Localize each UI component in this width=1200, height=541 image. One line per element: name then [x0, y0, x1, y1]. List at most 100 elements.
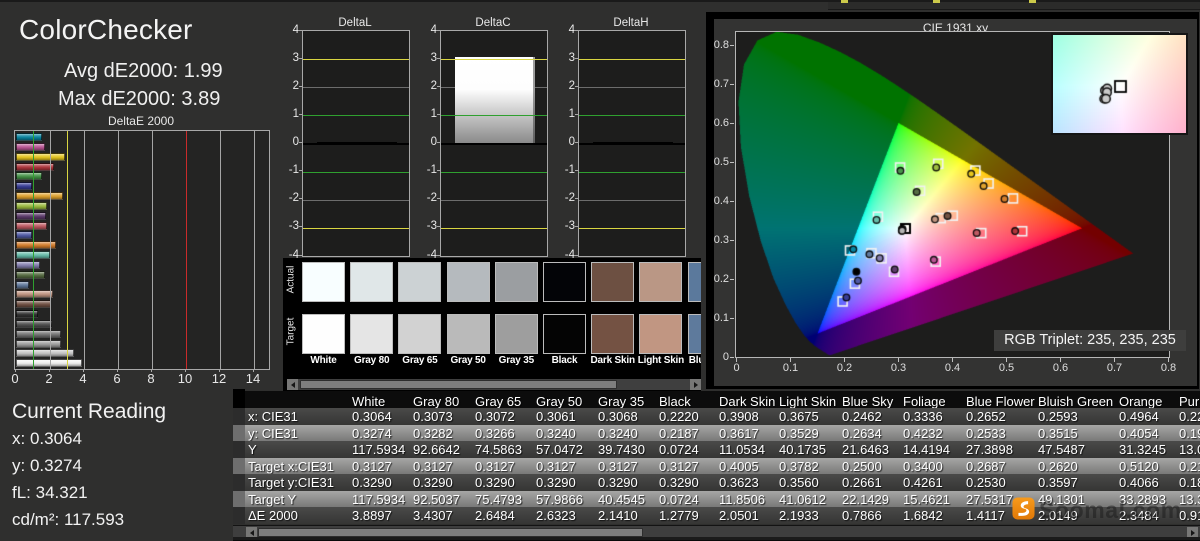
delta-y-tick — [299, 86, 302, 87]
actual-swatch-light-skin — [639, 262, 682, 302]
table-column-header: Gray 80 — [413, 394, 459, 409]
actual-swatch-gray-50 — [447, 262, 490, 302]
cie-whitepoint-inset — [1053, 35, 1186, 133]
cie-y-label: 0.7 — [701, 78, 729, 90]
table-cell: 2.6323 — [536, 508, 576, 523]
table-scrollbar-thumb[interactable] — [258, 528, 643, 537]
delta-y-tick — [299, 226, 302, 227]
table-row-header: y: CIE31 — [248, 426, 298, 441]
table-column-header: Bluish Green — [1038, 394, 1113, 409]
table-column-header: Gray 65 — [475, 394, 521, 409]
cie-y-tick — [730, 162, 734, 163]
table-row-header: Y — [248, 442, 257, 457]
reference-line-y--3 — [441, 228, 547, 229]
de-bar-gray-50 — [16, 330, 61, 338]
actual-swatch-gray-35 — [495, 262, 538, 302]
actual-swatch-gray-65 — [398, 262, 441, 302]
target-swatch-blue-sky — [688, 314, 701, 354]
table-row-header: Target y:CIE31 — [248, 475, 334, 490]
delta-y-label: 2 — [275, 80, 299, 92]
table-cell: 0.3515 — [1038, 426, 1078, 441]
delta-y-tick — [437, 114, 440, 115]
current-reading-line: cd/m²: 117.593 — [12, 510, 124, 530]
table-cell: 0.2652 — [966, 409, 1006, 424]
table-cell: 39.7430 — [598, 442, 645, 457]
patch-label: Gray 50 — [444, 355, 492, 366]
soomal-logo-icon — [1012, 497, 1035, 520]
actual-swatch-white — [302, 262, 345, 302]
patch-scrollbar-thumb[interactable] — [300, 380, 617, 389]
table-column-header: Orange — [1119, 394, 1162, 409]
top-crop-band — [828, 2, 1200, 10]
table-cell: 31.3245 — [1119, 442, 1166, 457]
cie-y-tick — [730, 84, 734, 85]
reference-line-y--1 — [579, 172, 685, 173]
table-cell: 1.4117 — [966, 508, 1005, 523]
table-cell: 0.3617 — [719, 426, 759, 441]
table-cell: 0.7866 — [842, 508, 882, 523]
delta-y-label: 1 — [551, 108, 575, 120]
de-bar-black — [16, 310, 38, 318]
delta-y-label: 0 — [275, 136, 299, 148]
patch-label: Gray 80 — [348, 355, 396, 366]
table-column-header: Blue Flower — [966, 394, 1035, 409]
de-bar-yellow — [16, 153, 65, 161]
table-cell: 117.5934 — [352, 492, 405, 507]
delta-y-label: 4 — [551, 24, 575, 36]
gridline-x-12 — [220, 131, 221, 369]
cie-y-tick — [730, 123, 734, 124]
patch-row-label-target: Target — [286, 316, 297, 348]
gridline-x-14 — [254, 131, 255, 369]
deltal-bar — [317, 142, 397, 145]
delta-y-label: 2 — [413, 80, 437, 92]
delta-y-label: 1 — [413, 108, 437, 120]
table-cell: 0.2533 — [966, 426, 1006, 441]
de-bar-red — [16, 163, 54, 171]
cie-y-tick — [730, 318, 734, 319]
target-swatch-black — [543, 314, 586, 354]
reference-line-y-1 — [441, 115, 547, 116]
table-cell: 0.3290 — [475, 475, 515, 490]
patch-label: Gray 65 — [396, 355, 444, 366]
delta-y-tick — [575, 114, 578, 115]
table-cell: 0.3597 — [1038, 475, 1078, 490]
table-cell: 0.3782 — [779, 459, 819, 474]
table-cell: 0.3560 — [779, 475, 819, 490]
delta-y-label: -2 — [275, 192, 299, 204]
yellow-speck — [1029, 0, 1036, 3]
table-cell: 41.0612 — [779, 492, 826, 507]
reference-line-green — [33, 131, 34, 369]
delta-y-tick — [437, 170, 440, 171]
table-row-gutter — [233, 458, 245, 475]
table-cell: 1.6842 — [903, 508, 943, 523]
delta-y-label: 4 — [413, 24, 437, 36]
delta-y-label: 3 — [413, 52, 437, 64]
de-bar-foliage — [16, 271, 45, 279]
table-cell: 0.3127 — [413, 459, 453, 474]
table-cell: 2.1933 — [779, 508, 819, 523]
table-cell: 0.4964 — [1119, 409, 1159, 424]
table-row-gutter — [233, 507, 245, 524]
table-cell: 0.0724 — [659, 492, 699, 507]
delta-y-label: -1 — [413, 164, 437, 176]
table-row: Target x:CIE310.31270.31270.31270.31270.… — [245, 458, 1200, 475]
delta-y-tick — [575, 226, 578, 227]
delta-y-tick — [299, 30, 302, 31]
table-cell: 75.4793 — [475, 492, 522, 507]
table-row: Y117.593492.664274.586357.047239.74300.0… — [245, 441, 1200, 458]
reference-line-red — [186, 131, 187, 369]
table-cell: 3.4307 — [413, 508, 453, 523]
de-bar-blue-flower — [16, 261, 40, 269]
cie-y-tick — [730, 45, 734, 46]
delta-y-tick — [299, 58, 302, 59]
target-swatch-dark-skin — [591, 314, 634, 354]
table-cell: 0.0724 — [659, 442, 699, 457]
cie-x-label: 0 — [733, 362, 739, 374]
table-cell: 0.2687 — [966, 459, 1006, 474]
table-cell: 0.1880 — [1179, 475, 1200, 490]
deltal-chart — [302, 30, 410, 257]
delta-y-tick — [575, 255, 578, 256]
actual-swatch-black — [543, 262, 586, 302]
table-cell: 92.5037 — [413, 492, 460, 507]
gridline-y--2 — [303, 200, 409, 201]
